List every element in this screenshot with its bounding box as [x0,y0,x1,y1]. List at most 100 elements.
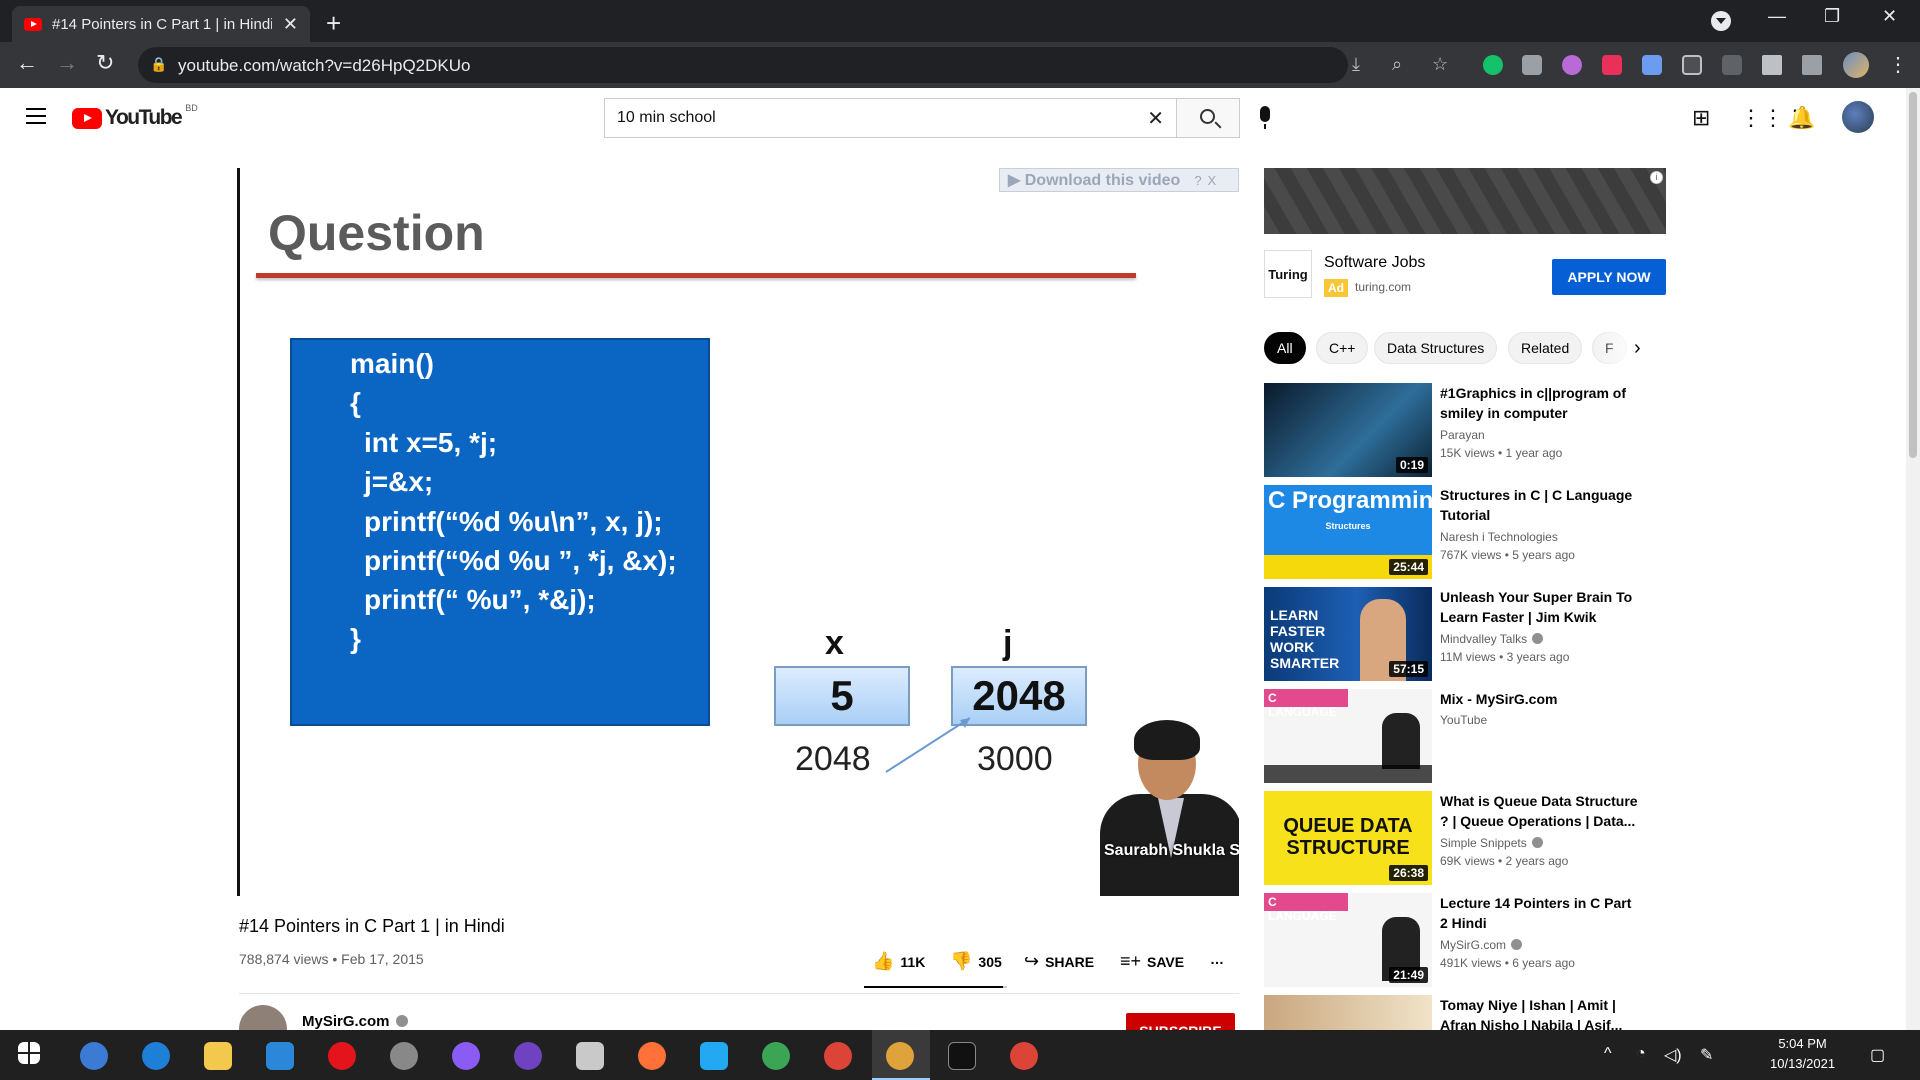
extension-icon[interactable] [1682,55,1702,75]
save-button[interactable]: ≡+ SAVE [1120,951,1184,972]
ad-title[interactable]: Software Jobs [1324,254,1425,272]
media-control-icon[interactable] [1802,55,1822,75]
terminal-icon[interactable] [948,1042,976,1070]
new-tab-button[interactable]: + [326,8,341,39]
like-button[interactable]: 👍 11K [872,951,925,972]
firefox-icon[interactable] [638,1042,666,1070]
recommendation-item[interactable]: C Programming Structures 25:44 Structure… [1264,485,1674,581]
download-help-icon[interactable]: ? [1194,173,1201,188]
ad-info-icon[interactable]: i [1650,171,1663,184]
search-query[interactable]: 10 min school [617,109,716,127]
recommendation-title[interactable]: Lecture 14 Pointers in C Part 2 Hindi [1440,893,1640,933]
chrome-icon[interactable] [1010,1042,1038,1070]
ad-logo[interactable]: Turing [1264,250,1312,298]
video-player[interactable]: ▶ Download this video ? X Question main(… [237,168,1239,896]
recommendation-title[interactable]: Unleash Your Super Brain To Learn Faster… [1440,587,1640,627]
chip-all[interactable]: All [1264,332,1306,364]
recommendation-channel[interactable]: Mindvalley Talks [1440,632,1544,646]
recommendation-item[interactable]: 0:19 #1Graphics in c||program of smiley … [1264,383,1674,479]
address-url[interactable]: youtube.com/watch?v=d26HpQ2DKUo [178,56,470,76]
microphone-icon[interactable] [1260,106,1270,129]
video-thumbnail[interactable] [1264,995,1432,1030]
recommendation-item[interactable]: Tomay Niye | Ishan | Amit | Afran Nisho … [1264,995,1674,1030]
youtube-logo[interactable]: YouTube BD [72,103,198,130]
grammarly-extension-icon[interactable] [1483,55,1503,75]
search-input[interactable]: 10 min school ✕ [604,98,1176,138]
tab-close-button[interactable]: ✕ [283,14,298,35]
opera-icon[interactable] [328,1042,356,1070]
qbittorrent-icon[interactable] [80,1042,108,1070]
window-close-icon[interactable]: ✕ [1882,6,1897,27]
recommendation-channel[interactable]: Simple Snippets [1440,836,1543,850]
inkscape-icon[interactable] [390,1042,418,1070]
mail-icon[interactable] [266,1042,294,1070]
video-thumbnail[interactable]: C LANGUAGE [1264,689,1432,783]
file-explorer-icon[interactable] [204,1042,232,1070]
tray-chevron-icon[interactable]: ^ [1604,1045,1612,1063]
extension-icon[interactable] [1562,55,1582,75]
browser-profile-avatar[interactable] [1843,52,1869,78]
video-thumbnail[interactable]: LEARN FASTER WORK SMARTER 57:15 [1264,587,1432,681]
chip-data-structures[interactable]: Data Structures [1374,332,1498,364]
recommendation-title[interactable]: Mix - MySirG.com [1440,689,1640,709]
recommendation-title[interactable]: Structures in C | C Language Tutorial [1440,485,1640,525]
video-thumbnail[interactable]: C LANGUAGE 21:49 [1264,893,1432,987]
forward-icon[interactable]: → [56,50,78,76]
edge-icon[interactable] [142,1042,170,1070]
apply-now-button[interactable]: APPLY NOW [1552,259,1666,295]
recommendation-title[interactable]: Tomay Niye | Ishan | Amit | Afran Nisho … [1440,995,1640,1030]
recommendation-item[interactable]: C LANGUAGE Mix - MySirG.com YouTube [1264,689,1674,785]
screenshot-extension-icon[interactable] [1522,55,1542,75]
tab-search-icon[interactable] [1711,11,1731,31]
hamburger-menu-icon[interactable] [26,108,46,124]
install-icon[interactable]: ⤓ [1352,54,1360,75]
search-button[interactable] [1176,98,1240,138]
recommendation-channel[interactable]: YouTube [1440,713,1487,727]
page-scrollbar[interactable] [1906,88,1920,1030]
notifications-icon[interactable]: ▢ [1870,1045,1885,1065]
zoom-icon[interactable]: ⌕ [1392,54,1402,75]
extension-icon[interactable] [1722,55,1742,75]
ad-banner-image[interactable] [1264,168,1666,234]
network-icon[interactable]: ◔ [1636,1045,1646,1063]
browser-tab[interactable]: #14 Pointers in C Part 1 | in Hindi ✕ [12,6,310,42]
download-bar[interactable]: ▶ Download this video ? X [999,168,1239,192]
recommendation-channel[interactable]: Naresh i Technologies [1440,530,1558,544]
share-button[interactable]: ↪ SHARE [1024,951,1094,972]
pen-icon[interactable]: ✎ [1700,1045,1713,1065]
video-thumbnail[interactable]: C Programming Structures 25:44 [1264,485,1432,579]
video-thumbnail[interactable]: QUEUE DATA STRUCTURE 26:38 [1264,791,1432,885]
chevron-right-icon[interactable]: › [1634,337,1641,360]
create-video-icon[interactable]: ⊞ [1692,105,1710,131]
taskbar-clock[interactable]: 5:04 PM 10/13/2021 [1770,1034,1835,1074]
messenger-icon[interactable] [452,1042,480,1070]
recommendation-item[interactable]: LEARN FASTER WORK SMARTER 57:15 Unleash … [1264,587,1674,683]
edge-dev-icon[interactable] [762,1042,790,1070]
channel-name-link[interactable]: MySirG.com [302,1013,408,1030]
paint-icon[interactable] [576,1042,604,1070]
chrome-profile-icon[interactable] [886,1042,914,1070]
video-thumbnail[interactable]: 0:19 [1264,383,1432,477]
dislike-button[interactable]: 👎 305 [950,951,1002,972]
extensions-puzzle-icon[interactable] [1762,55,1782,75]
recommendation-title[interactable]: What is Queue Data Structure ? | Queue O… [1440,791,1640,831]
download-extension-icon[interactable] [1642,55,1662,75]
recommendation-title[interactable]: #1Graphics in c||program of smiley in co… [1440,383,1640,423]
minimize-icon[interactable]: — [1768,6,1786,27]
github-icon[interactable] [514,1042,542,1070]
bookmark-star-icon[interactable]: ☆ [1432,54,1448,75]
restore-icon[interactable]: ❐ [1824,6,1840,27]
clear-search-icon[interactable]: ✕ [1147,106,1164,131]
more-actions-button[interactable]: … [1210,951,1224,967]
chip-cpp[interactable]: C++ [1316,332,1369,364]
download-close-icon[interactable]: X [1208,173,1217,188]
scrollbar-thumb[interactable] [1909,92,1917,458]
address-bar[interactable]: 🔒 youtube.com/watch?v=d26HpQ2DKUo [138,47,1348,83]
notifications-bell-icon[interactable]: 🔔 [1788,105,1815,131]
browser-menu-icon[interactable]: ⋮ [1888,52,1908,77]
recommendation-channel[interactable]: Parayan [1440,428,1485,442]
windows-start-icon[interactable] [18,1042,40,1064]
reload-icon[interactable]: ↻ [96,50,114,76]
back-icon[interactable]: ← [16,50,38,76]
extension-icon[interactable] [1602,55,1622,75]
